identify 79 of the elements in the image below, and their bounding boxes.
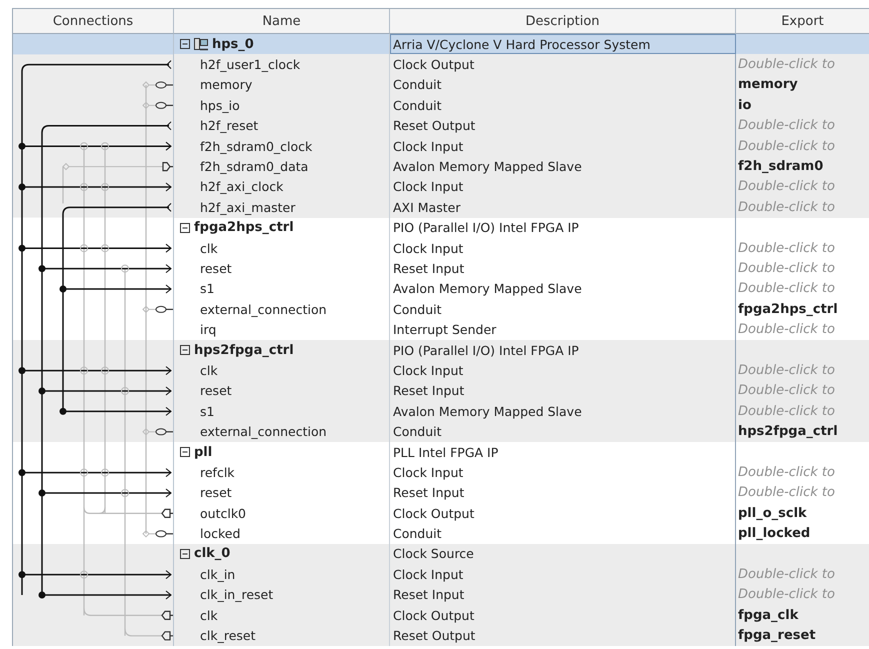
port-description: Clock Input: [393, 179, 464, 194]
component-description: Clock Source: [393, 546, 474, 562]
column-header[interactable]: Description: [390, 9, 736, 34]
port-name: reset: [200, 260, 232, 276]
export-name[interactable]: fpga_reset: [738, 628, 816, 644]
port-name: h2f_axi_clock: [200, 179, 284, 194]
component-row[interactable]: hps2fpga_ctrl PIO (Parallel I/O) Intel FPGA IP: [174, 340, 869, 360]
port-name: f2h_sdram0_clock: [200, 138, 312, 154]
component-name: hps_0: [212, 36, 254, 52]
component-row[interactable]: fpga2hps_ctrl PIO (Parallel I/O) Intel FPGA IP: [174, 218, 869, 238]
port-description: Conduit: [393, 77, 442, 92]
port-description: Reset Input: [393, 587, 464, 602]
port-description: Avalon Memory Mapped Slave: [393, 404, 582, 419]
port-name: reset: [200, 485, 232, 500]
component-row[interactable]: hps_0 Arria V/Cyclone V Hard Processor System: [174, 34, 869, 54]
port-name: clk_in_reset: [200, 587, 274, 602]
port-description: Reset Input: [393, 383, 464, 398]
export-name[interactable]: memory: [738, 77, 798, 92]
port-name: memory: [200, 77, 252, 92]
port-name: h2f_reset: [200, 118, 258, 134]
port-description: Clock Input: [393, 464, 464, 480]
port-name: f2h_sdram0_data: [200, 159, 308, 174]
port-name: s1: [200, 281, 214, 296]
port-description: Clock Output: [393, 506, 474, 521]
collapse-icon[interactable]: [180, 39, 190, 50]
component-description: Arria V/Cyclone V Hard Processor System: [393, 36, 650, 52]
port-description: Clock Input: [393, 138, 464, 154]
port-name: reset: [200, 383, 232, 398]
export-name[interactable]: pll_locked: [738, 526, 810, 542]
port-description: Clock Output: [393, 57, 474, 72]
port-name: clk_in: [200, 566, 236, 582]
port-name: external_connection: [200, 302, 327, 317]
port-description: Avalon Memory Mapped Slave: [393, 159, 582, 174]
component-description: PLL Intel FPGA IP: [393, 444, 498, 460]
port-description: Conduit: [393, 302, 442, 317]
component-name: clk_0: [194, 546, 230, 562]
collapse-icon[interactable]: [180, 548, 190, 559]
port-description: Clock Output: [393, 608, 474, 623]
port-description: AXI Master: [393, 200, 460, 215]
port-name: locked: [200, 526, 240, 542]
collapse-icon[interactable]: [180, 222, 190, 233]
port-description: Reset Input: [393, 485, 464, 500]
port-description: Avalon Memory Mapped Slave: [393, 281, 582, 296]
export-name[interactable]: fpga_clk: [738, 608, 798, 623]
port-name: s1: [200, 404, 214, 419]
port-name: h2f_user1_clock: [200, 57, 300, 72]
port-description: Interrupt Sender: [393, 322, 496, 338]
component-description: PIO (Parallel I/O) Intel FPGA IP: [393, 220, 579, 236]
port-name: clk: [200, 240, 218, 256]
component-row[interactable]: clk_0 Clock Source: [174, 544, 869, 564]
export-name[interactable]: f2h_sdram0: [738, 159, 824, 174]
port-description: Clock Input: [393, 566, 464, 582]
component-description: PIO (Parallel I/O) Intel FPGA IP: [393, 342, 579, 358]
component-name: pll: [194, 444, 212, 460]
collapse-icon[interactable]: [180, 447, 190, 457]
port-name: refclk: [200, 464, 235, 480]
port-description: Conduit: [393, 424, 442, 440]
port-name: outclk0: [200, 506, 246, 521]
port-name: hps_io: [200, 98, 240, 113]
port-name: irq: [200, 322, 216, 338]
port-description: Reset Output: [393, 118, 476, 134]
port-description: Conduit: [393, 526, 442, 542]
port-description: Clock Input: [393, 362, 464, 378]
port-description: Reset Output: [393, 628, 476, 644]
component-name: hps2fpga_ctrl: [194, 342, 294, 358]
port-name: h2f_axi_master: [200, 200, 296, 215]
export-name[interactable]: hps2fpga_ctrl: [738, 424, 838, 440]
collapse-icon[interactable]: [180, 345, 190, 356]
port-description: Reset Input: [393, 260, 464, 276]
port-name: clk: [200, 362, 218, 378]
port-name: external_connection: [200, 424, 327, 440]
export-name[interactable]: pll_o_sclk: [738, 506, 807, 521]
component-name: fpga2hps_ctrl: [194, 220, 294, 236]
port-description: Clock Input: [393, 240, 464, 256]
port-name: clk_reset: [200, 628, 256, 644]
port-name: clk: [200, 608, 218, 623]
export-name[interactable]: fpga2hps_ctrl: [738, 302, 838, 317]
export-name[interactable]: io: [738, 98, 752, 113]
port-description: Conduit: [393, 98, 442, 113]
